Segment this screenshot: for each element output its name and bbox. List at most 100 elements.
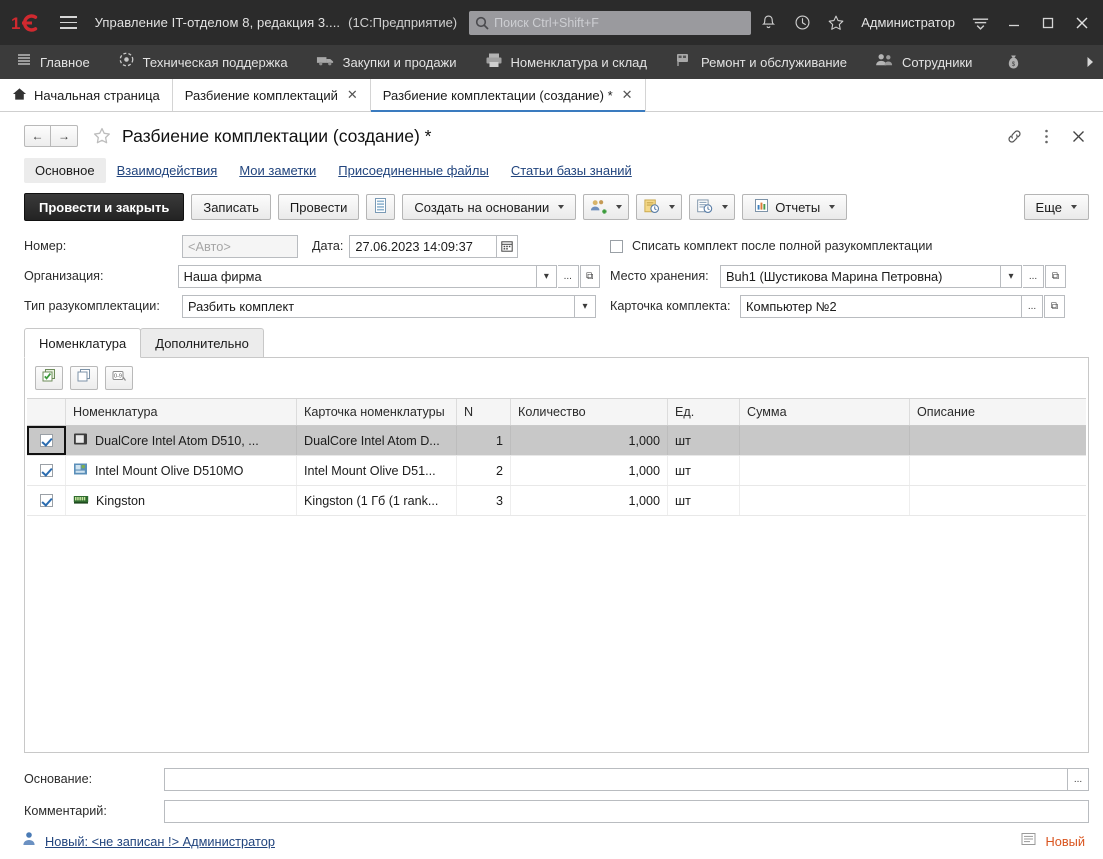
create-based-on-button[interactable]: Создать на основании — [402, 194, 576, 220]
organization-input[interactable]: Наша фирма — [178, 265, 537, 288]
row-unit-cell[interactable]: шт — [668, 456, 740, 485]
fill-from-kit-button[interactable] — [35, 366, 63, 390]
row-unit-cell[interactable]: шт — [668, 486, 740, 515]
writeoff-checkbox[interactable] — [610, 240, 623, 253]
post-button[interactable]: Провести — [278, 194, 360, 220]
storage-open-button[interactable]: ⧉ — [1045, 265, 1066, 288]
row-checkbox[interactable] — [40, 494, 53, 507]
window-tab-splitting-list[interactable]: Разбиение комплектаций ✕ — [173, 79, 371, 111]
tab-additional[interactable]: Дополнительно — [140, 328, 264, 358]
nav-link-interactions[interactable]: Взаимодействия — [106, 158, 229, 183]
copy-rows-button[interactable] — [70, 366, 98, 390]
link-icon[interactable] — [999, 121, 1029, 151]
renumber-button[interactable]: 0-9 — [105, 366, 133, 390]
reports-button[interactable]: Отчеты — [742, 194, 847, 220]
star-icon[interactable] — [819, 6, 853, 40]
section-technical-support[interactable]: Техническая поддержка — [116, 45, 302, 79]
column-header-description[interactable]: Описание — [910, 399, 1086, 425]
history-icon[interactable] — [785, 6, 819, 40]
row-description-cell[interactable] — [910, 426, 1086, 455]
kit-card-open-button[interactable]: ⧉ — [1044, 295, 1065, 318]
nav-link-main[interactable]: Основное — [24, 158, 106, 183]
column-header-sum[interactable]: Сумма — [740, 399, 910, 425]
row-sum-cell[interactable] — [740, 456, 910, 485]
row-n-cell[interactable]: 3 — [457, 486, 511, 515]
money-bag-icon[interactable]: $ — [998, 45, 1028, 79]
kit-card-input[interactable]: Компьютер №2 — [740, 295, 1022, 318]
column-header-check[interactable] — [27, 399, 66, 425]
column-header-n[interactable]: N — [457, 399, 511, 425]
kit-card-select-button[interactable]: ... — [1022, 295, 1043, 318]
tab-close-icon[interactable]: ✕ — [345, 87, 358, 103]
row-nomenclature-cell[interactable]: Intel Mount Olive D510MO — [66, 456, 297, 485]
close-icon[interactable] — [1065, 8, 1099, 38]
section-purchases-sales[interactable]: Закупки и продажи — [314, 45, 471, 79]
table-row[interactable]: DualCore Intel Atom D510, ... DualCore I… — [27, 426, 1086, 456]
window-tab-home[interactable]: Начальная страница — [0, 79, 173, 111]
disassembly-type-dropdown-icon[interactable]: ▾ — [575, 295, 596, 318]
date-input[interactable]: 27.06.2023 14:09:37 — [349, 235, 497, 258]
chevron-right-icon[interactable] — [1077, 45, 1103, 79]
storage-input[interactable]: Buh1 (Шустикова Марина Петровна) — [720, 265, 1001, 288]
row-unit-cell[interactable]: шт — [668, 426, 740, 455]
disassembly-type-input[interactable]: Разбить комплект — [182, 295, 575, 318]
task-clock-button[interactable] — [636, 194, 682, 220]
row-quantity-cell[interactable]: 1,000 — [511, 426, 668, 455]
storage-select-button[interactable]: ... — [1023, 265, 1044, 288]
record-status-link[interactable]: Новый: <не записан !> Администратор — [45, 834, 275, 849]
form-close-icon[interactable] — [1063, 121, 1093, 151]
column-header-nomenclature[interactable]: Номенклатура — [66, 399, 297, 425]
row-nomenclature-cell[interactable]: Kingston — [66, 486, 297, 515]
kebab-menu-icon[interactable] — [1031, 121, 1061, 151]
more-button[interactable]: Еще — [1024, 194, 1089, 220]
write-button[interactable]: Записать — [191, 194, 271, 220]
row-card-cell[interactable]: Kingston (1 Гб (1 rank... — [297, 486, 457, 515]
row-sum-cell[interactable] — [740, 426, 910, 455]
organization-open-button[interactable]: ⧉ — [580, 265, 600, 288]
tab-nomenclature[interactable]: Номенклатура — [24, 328, 141, 358]
row-checkbox-cell[interactable] — [27, 456, 66, 485]
row-quantity-cell[interactable]: 1,000 — [511, 486, 668, 515]
section-nomenclature-warehouse[interactable]: Номенклатура и склад — [483, 45, 661, 79]
nav-link-knowledge-base[interactable]: Статьи базы знаний — [500, 158, 643, 183]
add-contact-button[interactable] — [583, 194, 629, 220]
comment-input[interactable] — [164, 800, 1089, 823]
number-input[interactable]: <Авто> — [182, 235, 298, 258]
calendar-icon[interactable] — [497, 235, 518, 258]
table-row[interactable]: Kingston Kingston (1 Гб (1 rank... 3 1,0… — [27, 486, 1086, 516]
current-user-label[interactable]: Администратор — [853, 15, 963, 30]
row-description-cell[interactable] — [910, 456, 1086, 485]
row-description-cell[interactable] — [910, 486, 1086, 515]
row-checkbox[interactable] — [40, 464, 53, 477]
minimize-icon[interactable] — [997, 8, 1031, 38]
tab-close-icon[interactable]: ✕ — [620, 87, 633, 103]
basis-input[interactable] — [164, 768, 1068, 791]
maximize-icon[interactable] — [1031, 8, 1065, 38]
row-checkbox-cell[interactable] — [27, 486, 66, 515]
row-card-cell[interactable]: DualCore Intel Atom D... — [297, 426, 457, 455]
storage-dropdown-icon[interactable]: ▾ — [1001, 265, 1022, 288]
post-and-close-button[interactable]: Провести и закрыть — [24, 193, 184, 221]
table-row[interactable]: Intel Mount Olive D510MO Intel Mount Oli… — [27, 456, 1086, 486]
row-sum-cell[interactable] — [740, 486, 910, 515]
print-register-button[interactable] — [366, 194, 395, 220]
forward-button[interactable]: → — [51, 125, 78, 147]
basis-select-button[interactable]: ... — [1068, 768, 1089, 791]
row-n-cell[interactable]: 2 — [457, 456, 511, 485]
row-checkbox-cell[interactable] — [27, 426, 66, 455]
row-checkbox[interactable] — [40, 434, 53, 447]
main-menu-hamburger-icon[interactable] — [55, 9, 82, 37]
window-tab-splitting-create[interactable]: Разбиение комплектации (создание) * ✕ — [371, 79, 646, 111]
column-header-quantity[interactable]: Количество — [511, 399, 668, 425]
organization-dropdown-icon[interactable]: ▾ — [537, 265, 557, 288]
section-main[interactable]: Главное — [14, 45, 104, 79]
row-nomenclature-cell[interactable]: DualCore Intel Atom D510, ... — [66, 426, 297, 455]
row-quantity-cell[interactable]: 1,000 — [511, 456, 668, 485]
star-outline-icon[interactable] — [92, 126, 112, 146]
nav-link-attached-files[interactable]: Присоединенные файлы — [327, 158, 500, 183]
section-employees[interactable]: Сотрудники — [873, 45, 986, 79]
back-button[interactable]: ← — [24, 125, 51, 147]
row-n-cell[interactable]: 1 — [457, 426, 511, 455]
column-header-card[interactable]: Карточка номенклатуры — [297, 399, 457, 425]
nav-link-my-notes[interactable]: Мои заметки — [228, 158, 327, 183]
